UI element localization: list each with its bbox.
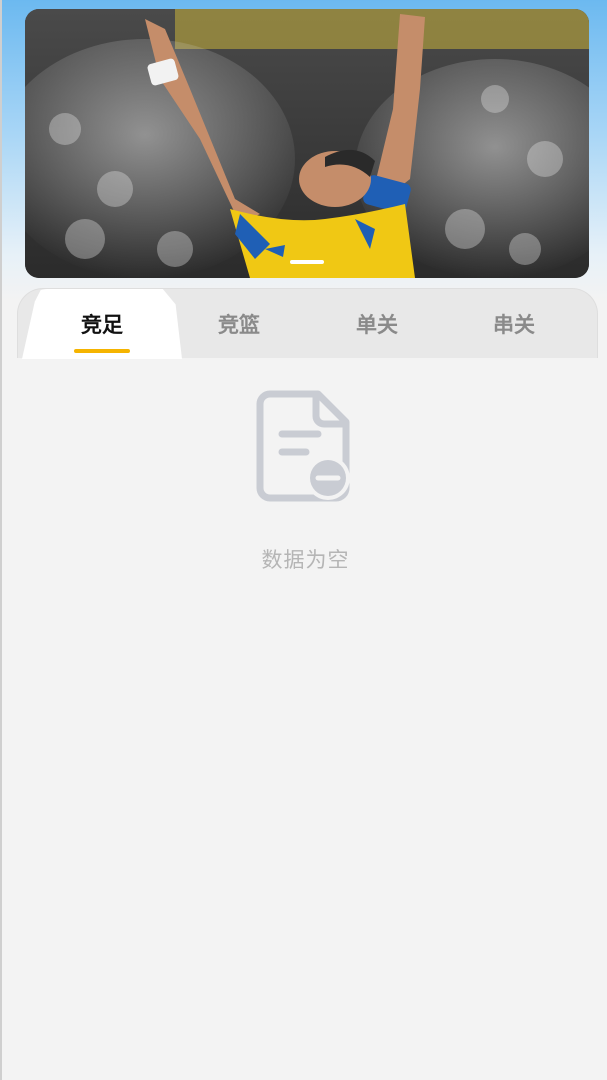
tab-jinglan[interactable]: 竞篮 — [170, 289, 308, 359]
banner-image — [25, 9, 589, 278]
tab-chuanguan[interactable]: 串关 — [445, 289, 583, 359]
tab-label: 串关 — [493, 313, 535, 337]
tab-label: 竞足 — [81, 313, 123, 337]
empty-document-icon — [256, 390, 350, 502]
banner-carousel[interactable] — [25, 9, 589, 278]
empty-message: 数据为空 — [261, 548, 350, 572]
active-tab-indicator — [74, 349, 130, 353]
carousel-dot-active[interactable] — [290, 260, 324, 264]
tab-label: 竞篮 — [218, 313, 260, 337]
tab-label: 单关 — [356, 313, 398, 337]
tab-jingzu[interactable]: 竞足 — [22, 289, 182, 359]
page: 竞足 竞篮 单关 串关 数据为空 — [0, 0, 607, 1080]
carousel-indicator — [25, 260, 589, 264]
tab-bar: 竞足 竞篮 单关 串关 — [17, 288, 598, 359]
tab-danguan[interactable]: 单关 — [308, 289, 446, 359]
empty-state: 数据为空 — [2, 360, 607, 574]
